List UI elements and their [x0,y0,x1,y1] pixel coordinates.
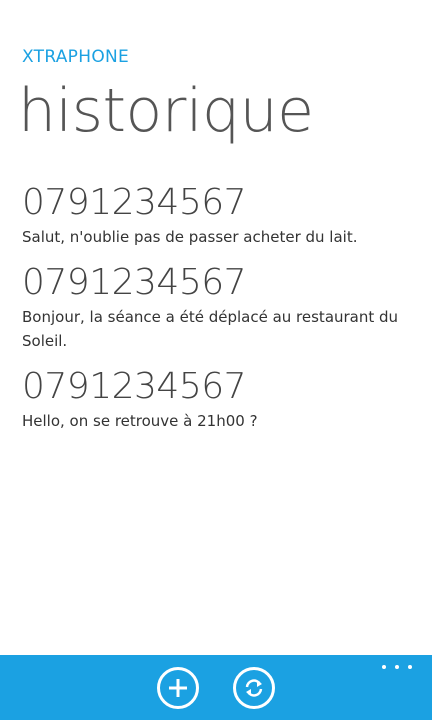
more-options-button[interactable] [382,661,412,673]
app-title: XTRAPHONE [22,47,130,67]
message-item[interactable]: 0791234567 Salut, n'oublie pas de passer… [22,183,422,249]
message-item[interactable]: 0791234567 Hello, on se retrouve à 21h00… [22,367,422,433]
sync-icon [245,679,263,697]
message-list: 0791234567 Salut, n'oublie pas de passer… [22,183,422,447]
app-bar [0,655,432,720]
message-text: Salut, n'oublie pas de passer acheter du… [22,228,358,246]
ellipsis-icon [382,665,386,669]
ellipsis-icon [408,665,412,669]
message-phone-number: 0791234567 [22,182,247,223]
message-item[interactable]: 0791234567 Bonjour, la séance a été dépl… [22,263,422,353]
ellipsis-icon [395,665,399,669]
message-text: Hello, on se retrouve à 21h00 ? [22,412,258,430]
page-title: historique [18,76,314,146]
add-button[interactable] [157,667,199,709]
add-icon [169,679,187,697]
sync-button[interactable] [233,667,275,709]
message-phone-number: 0791234567 [22,262,247,303]
message-text: Bonjour, la séance a été déplacé au rest… [22,308,399,350]
message-phone-number: 0791234567 [22,366,247,407]
